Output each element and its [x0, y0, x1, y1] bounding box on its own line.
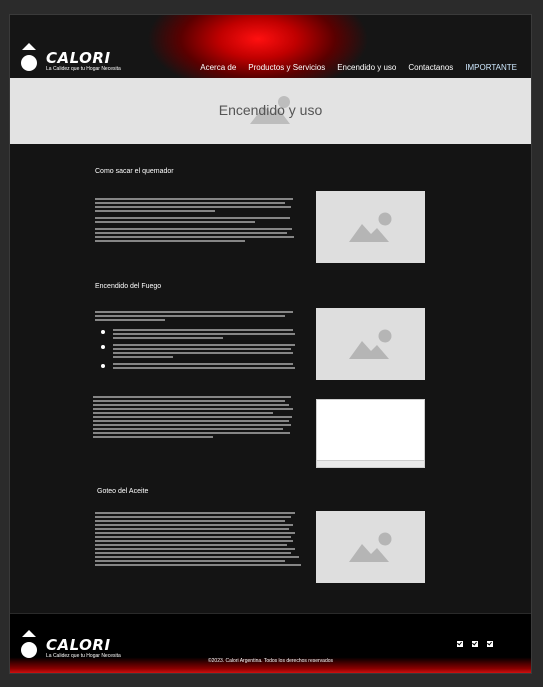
social-links — [457, 641, 493, 647]
logo-circle-icon — [21, 55, 37, 71]
video-controls-bar[interactable] — [317, 460, 424, 467]
checkbox-icon[interactable] — [487, 641, 493, 647]
section-text-quemador — [95, 198, 295, 244]
nav-encendido[interactable]: Encendido y uso — [337, 63, 396, 72]
image-placeholder-icon — [348, 212, 391, 242]
checkbox-icon[interactable] — [472, 641, 478, 647]
nav-acerca[interactable]: Acerca de — [200, 63, 236, 72]
list-item — [95, 329, 305, 339]
nav-importante[interactable]: IMPORTANTE — [465, 63, 517, 72]
section-heading-encendido: Encendido del Fuego — [95, 283, 162, 290]
logo-circle-icon — [21, 642, 37, 658]
brand-tagline: La Calidez que tu Hogar Necesita — [46, 66, 121, 72]
image-placeholder-icon — [348, 532, 391, 562]
section-image-quemador — [316, 191, 425, 263]
section-image-goteo — [316, 511, 425, 583]
checkbox-icon[interactable] — [457, 641, 463, 647]
page-frame: CALORI La Calidez que tu Hogar Necesita … — [9, 14, 532, 674]
brand-name: CALORI — [46, 49, 111, 67]
section-heading-goteo: Goteo del Aceite — [97, 488, 149, 495]
flame-icon — [22, 43, 36, 50]
site-header: CALORI La Calidez que tu Hogar Necesita … — [10, 15, 531, 78]
image-placeholder-icon — [348, 329, 391, 359]
section-text-encendido-2 — [93, 396, 298, 440]
flame-icon — [22, 630, 36, 637]
section-heading-quemador: Como sacar el quemador — [95, 168, 174, 175]
list-item — [95, 363, 305, 369]
main-nav: Acerca de Productos y Servicios Encendid… — [200, 63, 517, 72]
section-text-goteo — [95, 512, 305, 568]
nav-contactanos[interactable]: Contactanos — [408, 63, 453, 72]
footer-brand-name: CALORI — [46, 636, 111, 654]
section-image-encendido — [316, 308, 425, 380]
copyright-text: ©2023. Calori Argentina. Todos los derec… — [207, 658, 334, 664]
list-item — [95, 344, 305, 358]
video-embed[interactable] — [316, 399, 425, 468]
site-footer: CALORI La Calidez que tu Hogar Necesita … — [10, 613, 531, 673]
bullet-list-encendido — [95, 329, 305, 374]
brand-logo[interactable]: CALORI La Calidez que tu Hogar Necesita — [20, 41, 160, 81]
nav-productos[interactable]: Productos y Servicios — [248, 63, 325, 72]
page-banner: Encendido y uso — [10, 78, 531, 144]
page-title: Encendido y uso — [218, 102, 323, 118]
section-text-encendido — [95, 311, 295, 323]
